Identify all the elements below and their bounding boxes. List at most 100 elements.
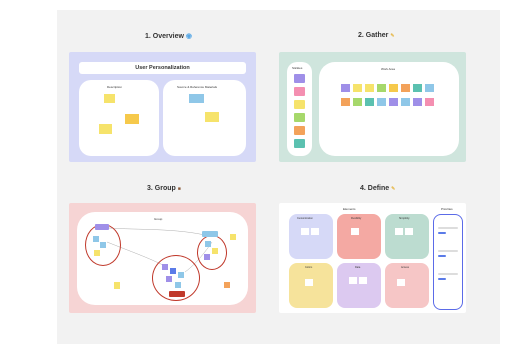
sticky-note[interactable] — [389, 84, 398, 92]
define-section-title: 4. Define ✎ — [360, 185, 395, 192]
sticky-note[interactable] — [170, 268, 176, 274]
priority-bar — [438, 278, 446, 280]
sticky-note[interactable] — [341, 84, 350, 92]
sticky-note[interactable] — [125, 114, 139, 124]
pencil-icon: ✎ — [391, 186, 396, 192]
sticky-note[interactable] — [205, 112, 219, 122]
sticky-note[interactable] — [397, 279, 405, 286]
sticky-note[interactable] — [425, 84, 434, 92]
priority-item[interactable] — [438, 227, 458, 229]
cluster-tag[interactable] — [169, 291, 185, 297]
theme-label: Data — [355, 266, 361, 269]
priority-bar — [438, 255, 446, 257]
sticky-note[interactable] — [305, 279, 313, 286]
overview-title-text: 1. Overview — [145, 33, 184, 40]
sticky-note[interactable] — [377, 98, 386, 106]
description-panel: Description — [79, 80, 159, 156]
stickies-sidebar: Stickies — [287, 62, 312, 156]
cluster-tag[interactable] — [202, 231, 218, 237]
sticky-note[interactable] — [311, 228, 319, 235]
sticky-note[interactable] — [389, 98, 398, 106]
sticky-note[interactable] — [341, 98, 350, 106]
sticky-swatch[interactable] — [294, 74, 305, 83]
sticky-note[interactable] — [175, 282, 181, 288]
theme-card[interactable]: Access — [385, 263, 429, 308]
overview-frame[interactable]: User Personalization Description Source … — [69, 52, 256, 162]
sticky-note[interactable] — [93, 236, 99, 242]
theme-label: Access — [401, 266, 410, 269]
sticky-note[interactable] — [104, 94, 115, 103]
priority-item[interactable] — [438, 250, 458, 252]
theme-card[interactable]: Simplicity — [385, 214, 429, 259]
sticky-note[interactable] — [365, 84, 374, 92]
sticky-note[interactable] — [166, 276, 172, 282]
sticky-note[interactable] — [212, 248, 218, 254]
sticky-note[interactable] — [353, 98, 362, 106]
theme-card[interactable]: Flexibility — [337, 214, 381, 259]
gather-frame[interactable]: Stickies Work Area — [279, 52, 466, 162]
sticky-note[interactable] — [349, 277, 357, 284]
sticky-note[interactable] — [401, 84, 410, 92]
priorities-column[interactable] — [433, 214, 463, 310]
sticky-note[interactable] — [230, 234, 236, 240]
sticky-note[interactable] — [94, 250, 100, 256]
sticky-note[interactable] — [413, 84, 422, 92]
sticky-note[interactable] — [178, 272, 184, 278]
overview-banner-text: User Personalization — [135, 65, 190, 71]
theme-card[interactable]: Customization — [289, 214, 333, 259]
sticky-note[interactable] — [365, 98, 374, 106]
theme-label: Simplicity — [399, 217, 410, 220]
sticky-note[interactable] — [395, 228, 403, 235]
priority-bar — [438, 232, 446, 234]
priority-item[interactable] — [438, 273, 458, 275]
sticky-swatch[interactable] — [294, 139, 305, 148]
source-materials-panel: Source & Reference Materials — [163, 80, 246, 156]
themes-heading: Elements — [343, 207, 356, 211]
define-frame[interactable]: Elements Priorities Customization Flexib… — [279, 203, 466, 313]
theme-label: Flexibility — [351, 217, 362, 220]
theme-card[interactable]: Colors — [289, 263, 333, 308]
sticky-swatch[interactable] — [294, 87, 305, 96]
sticky-note[interactable] — [425, 98, 434, 106]
theme-label: Colors — [305, 266, 313, 269]
work-area-heading: Work Area — [381, 67, 395, 71]
define-title-text: 4. Define — [360, 185, 390, 192]
sticky-note[interactable] — [413, 98, 422, 106]
theme-label: Customization — [297, 217, 313, 220]
board-canvas[interactable]: 1. Overview ◉ User Personalization Descr… — [57, 10, 500, 344]
sticky-note[interactable] — [401, 98, 410, 106]
gather-title-text: 2. Gather — [358, 32, 389, 39]
description-heading: Description — [107, 85, 123, 89]
stickies-heading: Stickies — [292, 66, 303, 70]
sticky-note[interactable] — [205, 241, 211, 247]
sticky-note[interactable] — [162, 264, 168, 270]
sticky-note[interactable] — [114, 282, 120, 289]
sticky-note[interactable] — [377, 84, 386, 92]
sticky-note[interactable] — [301, 228, 309, 235]
sticky-note[interactable] — [224, 282, 230, 288]
bag-icon: ■ — [177, 186, 181, 192]
sticky-note[interactable] — [204, 254, 210, 260]
pencil-icon: ✎ — [390, 33, 395, 39]
sticky-note[interactable] — [99, 124, 112, 134]
sticky-note[interactable] — [359, 277, 367, 284]
sticky-swatch[interactable] — [294, 113, 305, 122]
source-materials-heading: Source & Reference Materials — [177, 85, 218, 89]
group-area[interactable]: Group — [77, 212, 248, 305]
sticky-note[interactable] — [353, 84, 362, 92]
theme-card[interactable]: Data — [337, 263, 381, 308]
group-section-title: 3. Group ■ — [147, 185, 181, 192]
gather-section-title: 2. Gather ✎ — [358, 32, 395, 39]
work-area[interactable]: Work Area — [319, 62, 459, 156]
sticky-swatch[interactable] — [294, 126, 305, 135]
group-frame[interactable]: Group — [69, 203, 256, 313]
cluster-tag[interactable] — [95, 224, 109, 230]
group-title-text: 3. Group — [147, 185, 176, 192]
globe-icon: ◉ — [185, 33, 192, 40]
sticky-note[interactable] — [405, 228, 413, 235]
sticky-swatch[interactable] — [294, 100, 305, 109]
priorities-heading: Priorities — [441, 207, 453, 211]
sticky-note[interactable] — [100, 242, 106, 248]
sticky-note[interactable] — [351, 228, 359, 235]
sticky-note[interactable] — [189, 94, 204, 103]
